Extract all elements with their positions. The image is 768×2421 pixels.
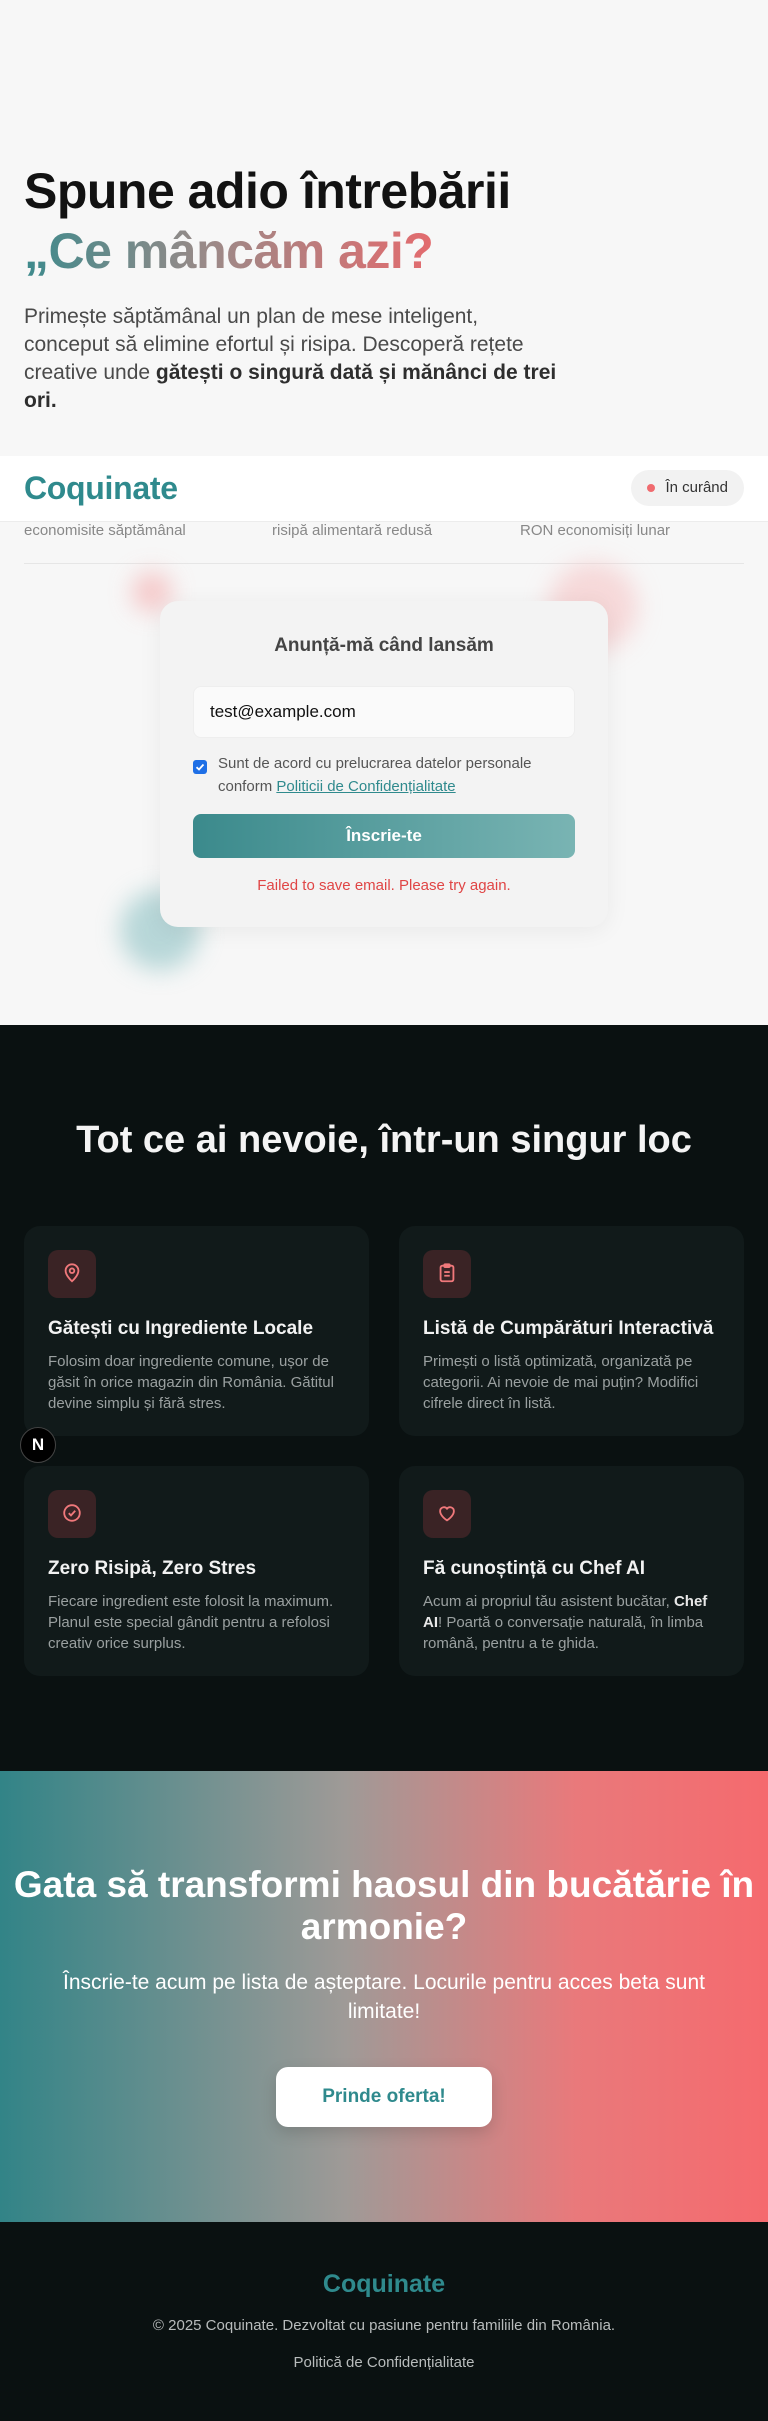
email-input[interactable]: test@example.com <box>193 686 575 738</box>
feature-description: Acum ai propriul tău asistent bucătar, C… <box>423 1591 723 1654</box>
heart-icon <box>423 1490 471 1538</box>
features-title: Tot ce ai nevoie, într-un singur loc <box>76 1119 692 1161</box>
navbar: Coquinate În curând <box>0 456 768 522</box>
feature-title: Gătești cu Ingrediente Locale <box>48 1318 314 1339</box>
hero-description: Primește săptămânal un plan de mese inte… <box>24 303 564 415</box>
status-dot-icon <box>647 484 656 492</box>
status-badge-label: În curând <box>665 479 728 496</box>
feature-card-shopping-list: Listă de Cumpărături Interactivă Primeșt… <box>399 1226 744 1436</box>
feature-description: Fiecare ingredient este folosit la maxim… <box>48 1593 334 1652</box>
stat-label: risipă alimentară redusă <box>272 522 433 539</box>
cta-section: Gata să transformi haosul din bucătărie … <box>0 1771 768 2222</box>
feature-title: Listă de Cumpărături Interactivă <box>423 1318 714 1339</box>
feature-description: Folosim doar ingrediente comune, ușor de… <box>48 1353 334 1412</box>
feature-description-text: Acum ai propriul tău asistent bucătar, <box>423 1593 674 1610</box>
stat-label: RON economisiți lunar <box>520 522 671 539</box>
feature-description-text: ! Poartă o conversație naturală, în limb… <box>423 1614 704 1652</box>
feature-description: Primești o listă optimizată, organizată … <box>423 1353 699 1412</box>
cta-button[interactable]: Prinde oferta! <box>276 2067 492 2127</box>
clipboard-list-icon <box>423 1250 471 1298</box>
submit-button[interactable]: Înscrie-te <box>193 814 575 858</box>
feature-card-chef-ai: Fă cunoștință cu Chef AI Acum ai propriu… <box>399 1466 744 1676</box>
signup-title: Anunță-mă când lansăm <box>274 635 494 656</box>
footer-logo[interactable]: Coquinate <box>0 2270 768 2299</box>
stat-label: economisite săptămânal <box>24 522 186 539</box>
privacy-policy-link[interactable]: Politicii de Confidențialitate <box>276 778 455 795</box>
checkmark-icon <box>195 763 205 771</box>
feature-card-local-ingredients: Gătești cu Ingrediente Locale Folosim do… <box>24 1226 369 1436</box>
feature-title: Fă cunoștință cu Chef AI <box>423 1558 646 1579</box>
footer-privacy-link[interactable]: Politică de Confidențialitate <box>0 2354 768 2371</box>
feature-card-zero-waste: Zero Risipă, Zero Stres Fiecare ingredie… <box>24 1466 369 1676</box>
map-pin-icon <box>48 1250 96 1298</box>
cta-subtitle: Înscrie-te acum pe lista de așteptare. L… <box>62 1971 706 2023</box>
signup-card: Anunță-mă când lansăm test@example.com S… <box>160 601 608 927</box>
features-section: Tot ce ai nevoie, într-un singur loc Găt… <box>0 1025 768 1771</box>
stats-divider <box>24 563 744 564</box>
footer: Coquinate © 2025 Coquinate. Dezvoltat cu… <box>0 2222 768 2421</box>
hero-title-line2: „Ce mâncăm azi? <box>24 223 434 279</box>
feature-title: Zero Risipă, Zero Stres <box>48 1558 257 1579</box>
error-message: Failed to save email. Please try again. <box>257 877 511 894</box>
consent-checkbox[interactable] <box>193 760 207 774</box>
consent-label: Sunt de acord cu prelucrarea datelor per… <box>218 752 558 798</box>
hero-title-line1: Spune adio întrebării <box>24 163 511 219</box>
logo[interactable]: Coquinate <box>24 470 178 507</box>
hero-section: Spune adio întrebării „Ce mâncăm azi? Pr… <box>0 0 768 456</box>
footer-copyright: © 2025 Coquinate. Dezvoltat cu pasiune p… <box>152 2317 616 2334</box>
dev-tools-badge[interactable]: N <box>20 1427 56 1463</box>
stats-row: economisite săptămânal risipă alimentară… <box>0 522 768 564</box>
cta-title: Gata să transformi haosul din bucătărie … <box>13 1864 755 1947</box>
status-badge: În curând <box>631 470 744 506</box>
check-circle-icon <box>48 1490 96 1538</box>
